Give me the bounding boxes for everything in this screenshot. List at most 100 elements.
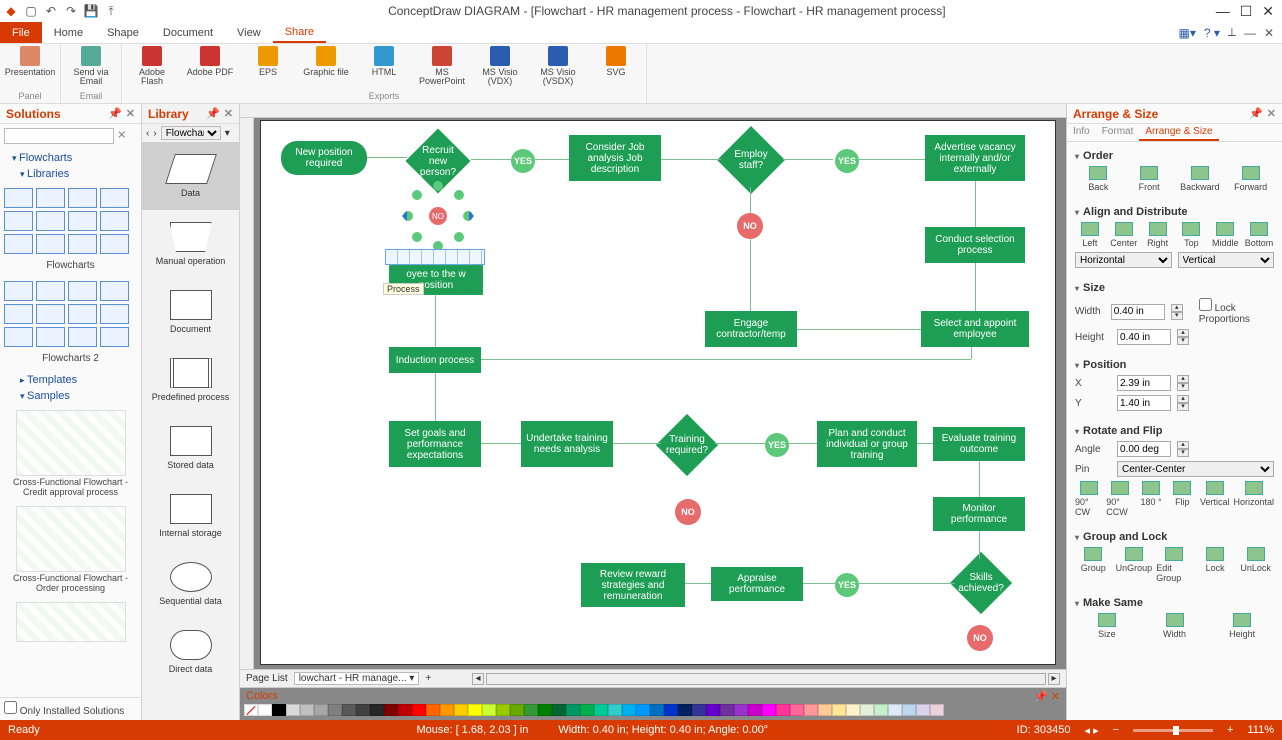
height-input[interactable] bbox=[1117, 329, 1171, 345]
group-group[interactable]: Group bbox=[1075, 547, 1112, 583]
diagram-page[interactable]: New position required Recruit new person… bbox=[260, 120, 1056, 665]
color-swatch[interactable] bbox=[594, 704, 608, 716]
lock-proportions-checkbox[interactable] bbox=[1199, 298, 1212, 311]
makesame-width[interactable]: Width bbox=[1143, 613, 1207, 639]
shape-thumb[interactable] bbox=[100, 211, 129, 231]
shape-thumb[interactable] bbox=[36, 304, 65, 324]
inner-close-icon[interactable]: ✕ bbox=[1264, 26, 1274, 40]
colors-close-icon[interactable]: ✕ bbox=[1051, 691, 1060, 703]
color-swatch[interactable] bbox=[356, 704, 370, 716]
page-tab[interactable]: lowchart - HR manage... ▾ bbox=[294, 672, 420, 685]
shape-thumb[interactable] bbox=[68, 281, 97, 301]
connector-no[interactable]: NO bbox=[737, 213, 763, 239]
library-prev-icon[interactable]: ‹ bbox=[146, 128, 149, 139]
color-swatch[interactable] bbox=[314, 704, 328, 716]
color-swatch[interactable] bbox=[650, 704, 664, 716]
color-swatch[interactable] bbox=[510, 704, 524, 716]
color-swatch[interactable] bbox=[664, 704, 678, 716]
shape-thumb[interactable] bbox=[36, 327, 65, 347]
group-unlock[interactable]: UnLock bbox=[1237, 547, 1274, 583]
node-monitor[interactable]: Monitor performance bbox=[933, 497, 1025, 531]
shape-thumb[interactable] bbox=[4, 188, 33, 208]
floating-shape-toolbar[interactable] bbox=[385, 249, 485, 265]
color-swatch[interactable] bbox=[272, 704, 286, 716]
sample-item[interactable] bbox=[0, 598, 141, 648]
page-add-icon[interactable]: + bbox=[425, 673, 431, 684]
color-swatch[interactable] bbox=[902, 704, 916, 716]
hint-icon[interactable]: ▦▾ bbox=[1179, 26, 1196, 40]
makesame-size[interactable]: Size bbox=[1075, 613, 1139, 639]
color-swatch[interactable] bbox=[832, 704, 846, 716]
align-top[interactable]: Top bbox=[1176, 222, 1206, 248]
group-lock[interactable]: Lock bbox=[1197, 547, 1234, 583]
rotate-90-cw[interactable]: 90° CW bbox=[1075, 481, 1102, 517]
shape-thumb[interactable] bbox=[36, 188, 65, 208]
zoom-in-icon[interactable]: + bbox=[1227, 724, 1233, 736]
ribbon-export-item[interactable]: MS PowerPoint bbox=[418, 46, 466, 87]
color-swatch[interactable] bbox=[328, 704, 342, 716]
tab-view[interactable]: View bbox=[225, 22, 273, 43]
tree-libraries[interactable]: Libraries bbox=[4, 166, 137, 182]
status-id-nav[interactable]: ◂ ▸ bbox=[1085, 724, 1099, 737]
color-swatch[interactable] bbox=[496, 704, 510, 716]
tab-shape[interactable]: Shape bbox=[95, 22, 151, 43]
sample-item[interactable]: Cross-Functional Flowchart - Credit appr… bbox=[0, 406, 141, 502]
shape-thumb[interactable] bbox=[4, 327, 33, 347]
color-swatch[interactable] bbox=[552, 704, 566, 716]
color-swatch[interactable] bbox=[874, 704, 888, 716]
collapse-ribbon-icon[interactable]: — bbox=[1244, 26, 1256, 40]
color-swatch[interactable] bbox=[482, 704, 496, 716]
color-swatch[interactable] bbox=[468, 704, 482, 716]
width-spin-down[interactable]: ▾ bbox=[1171, 312, 1183, 320]
width-spin-up[interactable]: ▴ bbox=[1171, 304, 1183, 312]
ribbon-export-item[interactable]: Graphic file bbox=[302, 46, 350, 87]
color-swatch[interactable] bbox=[300, 704, 314, 716]
node-decision-training[interactable]: Training required? bbox=[656, 414, 718, 476]
hscroll-left-icon[interactable]: ◂ bbox=[472, 673, 484, 685]
hscroll-track[interactable] bbox=[486, 673, 1046, 685]
makesame-height[interactable]: Height bbox=[1210, 613, 1274, 639]
node-select-appoint[interactable]: Select and appoint employee bbox=[921, 311, 1029, 347]
qat-icon-save[interactable]: 💾 bbox=[84, 4, 98, 18]
ribbon-export-item[interactable]: Adobe Flash bbox=[128, 46, 176, 87]
ribbon-export-item[interactable]: SVG bbox=[592, 46, 640, 87]
node-training-needs[interactable]: Undertake training needs analysis bbox=[521, 421, 613, 467]
align-right[interactable]: Right bbox=[1143, 222, 1173, 248]
qat-icon-app[interactable]: ◆ bbox=[4, 4, 18, 18]
node-appraise[interactable]: Appraise performance bbox=[711, 567, 803, 601]
tree-flowcharts[interactable]: Flowcharts bbox=[4, 150, 137, 166]
height-spin-up[interactable]: ▴ bbox=[1177, 329, 1189, 337]
right-pin-icon[interactable]: 📌 bbox=[1249, 107, 1263, 120]
library-close-icon[interactable]: ✕ bbox=[224, 107, 233, 120]
node-decision-employ[interactable]: Employ staff? bbox=[717, 126, 785, 194]
connector-no[interactable]: NO bbox=[967, 625, 993, 651]
connector-yes[interactable]: YES bbox=[835, 149, 859, 173]
ribbon-export-item[interactable]: MS Visio (VDX) bbox=[476, 46, 524, 87]
shape-thumb[interactable] bbox=[100, 234, 129, 254]
subtab-info[interactable]: Info bbox=[1067, 124, 1096, 141]
zoom-slider[interactable] bbox=[1133, 729, 1213, 732]
shape-thumb[interactable] bbox=[36, 234, 65, 254]
ribbon-export-item[interactable]: MS Visio (VSDX) bbox=[534, 46, 582, 87]
solutions-pin-icon[interactable]: 📌 bbox=[108, 107, 122, 120]
color-swatch[interactable] bbox=[748, 704, 762, 716]
library-shape[interactable]: Data bbox=[142, 142, 239, 210]
distribute-vertical-select[interactable]: Vertical bbox=[1178, 252, 1275, 268]
shape-thumb[interactable] bbox=[68, 327, 97, 347]
color-swatch[interactable] bbox=[580, 704, 594, 716]
node-consider-job[interactable]: Consider Job analysis Job description bbox=[569, 135, 661, 181]
color-swatch[interactable] bbox=[762, 704, 776, 716]
shape-thumb[interactable] bbox=[4, 304, 33, 324]
hscroll-right-icon[interactable]: ▸ bbox=[1048, 673, 1060, 685]
zoom-out-icon[interactable]: − bbox=[1113, 724, 1119, 736]
node-induction[interactable]: Induction process bbox=[389, 347, 481, 373]
node-evaluate[interactable]: Evaluate training outcome bbox=[933, 427, 1025, 461]
color-swatch[interactable] bbox=[678, 704, 692, 716]
sample-item[interactable]: Cross-Functional Flowchart - Order proce… bbox=[0, 502, 141, 598]
swatch-nofill[interactable] bbox=[244, 704, 258, 716]
node-start[interactable]: New position required bbox=[281, 141, 367, 175]
color-swatch[interactable] bbox=[258, 704, 272, 716]
node-review-reward[interactable]: Review reward strategies and remuneratio… bbox=[581, 563, 685, 607]
color-swatch[interactable] bbox=[636, 704, 650, 716]
align-center[interactable]: Center bbox=[1109, 222, 1139, 248]
